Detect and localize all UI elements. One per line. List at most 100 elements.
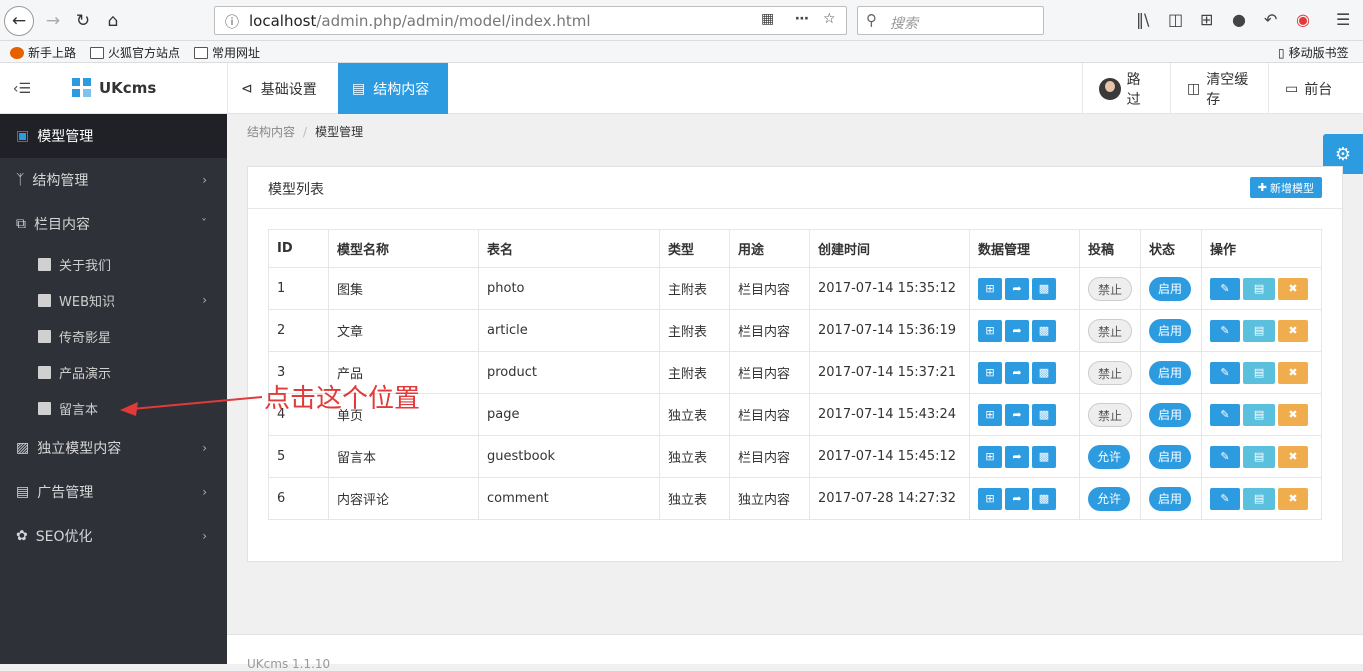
forward-icon[interactable]: ➦ bbox=[1005, 319, 1029, 342]
fields-icon[interactable]: ▤ bbox=[1243, 277, 1276, 300]
fields-icon[interactable]: ▤ bbox=[1243, 403, 1276, 426]
forward-icon[interactable]: ➦ bbox=[1005, 277, 1029, 300]
sidebar-item-seo[interactable]: ✿ SEO优化 › bbox=[0, 514, 227, 558]
location-pin-icon[interactable]: ◉ bbox=[1296, 10, 1310, 29]
cell-data-actions: ⊞ ➦ ▩ bbox=[969, 309, 1080, 352]
sidebar-item-column-content[interactable]: ⧉ 栏目内容 ˇ bbox=[0, 202, 227, 246]
bar-chart-icon[interactable]: ▩ bbox=[1032, 319, 1056, 342]
tab-structure-content[interactable]: ▤ 结构内容 bbox=[338, 63, 448, 114]
mobile-bookmarks[interactable]: ▯ 移动版书签 bbox=[1278, 44, 1349, 61]
delete-icon[interactable]: ✖ bbox=[1278, 277, 1309, 300]
bar-chart-icon[interactable]: ▩ bbox=[1032, 445, 1056, 468]
sidebar-icon[interactable]: ◫ bbox=[1168, 10, 1183, 29]
add-data-icon[interactable]: ⊞ bbox=[978, 487, 1002, 510]
edit-icon[interactable]: ✎ bbox=[1210, 277, 1241, 300]
delete-icon[interactable]: ✖ bbox=[1278, 361, 1309, 384]
forward-icon[interactable]: ➦ bbox=[1005, 445, 1029, 468]
fields-icon[interactable]: ▤ bbox=[1243, 361, 1276, 384]
sidebar-subitem-guestbook[interactable]: 留言本 bbox=[0, 390, 227, 426]
forward-icon[interactable]: ➦ bbox=[1005, 403, 1029, 426]
breadcrumb-parent[interactable]: 结构内容 bbox=[247, 125, 295, 139]
document-icon bbox=[38, 293, 51, 307]
frontend-button[interactable]: ▭ 前台 bbox=[1268, 63, 1363, 114]
app-header: ‹☰ UKcms ⊲ 基础设置 ▤ 结构内容 路过 ◫ 清空缓存 ▭ 前台 bbox=[0, 63, 1363, 114]
sidebar-item-ads[interactable]: ▤ 广告管理 › bbox=[0, 470, 227, 514]
search-input[interactable]: ⚲ 搜索 bbox=[857, 6, 1044, 35]
undo-icon[interactable]: ↶ bbox=[1264, 10, 1277, 29]
column-header: 投稿 bbox=[1078, 229, 1142, 268]
model-list-panel: 模型列表 ✚ 新增模型 ID 模型名称 表名 类型 用途 创建时间 数据管理 投稿… bbox=[247, 166, 1343, 562]
sidebar-toggle-icon[interactable]: ‹☰ bbox=[0, 63, 44, 114]
submit-toggle[interactable]: 禁止 bbox=[1088, 402, 1133, 427]
edit-icon[interactable]: ✎ bbox=[1210, 361, 1241, 384]
submit-toggle[interactable]: 禁止 bbox=[1088, 360, 1133, 385]
fields-icon[interactable]: ▤ bbox=[1243, 319, 1276, 342]
delete-icon[interactable]: ✖ bbox=[1278, 445, 1309, 468]
forward-icon[interactable]: ➦ bbox=[1005, 361, 1029, 384]
forward-arrow-icon[interactable]: → bbox=[40, 8, 66, 34]
add-model-button[interactable]: ✚ 新增模型 bbox=[1249, 177, 1322, 198]
sidebar-subitem[interactable]: WEB知识 › bbox=[0, 282, 227, 318]
crop-icon[interactable]: ⊞ bbox=[1200, 10, 1213, 29]
forward-icon[interactable]: ➦ bbox=[1005, 487, 1029, 510]
bar-chart-icon[interactable]: ▩ bbox=[1032, 361, 1056, 384]
edit-icon[interactable]: ✎ bbox=[1210, 445, 1241, 468]
status-toggle[interactable]: 启用 bbox=[1149, 402, 1192, 427]
add-data-icon[interactable]: ⊞ bbox=[978, 277, 1002, 300]
delete-icon[interactable]: ✖ bbox=[1278, 319, 1309, 342]
qr-code-icon[interactable]: ▦ bbox=[761, 11, 774, 27]
sidebar-subitem[interactable]: 传奇影星 bbox=[0, 318, 227, 354]
sidebar-item-standalone-content[interactable]: ▨ 独立模型内容 › bbox=[0, 426, 227, 470]
cell-data-actions: ⊞ ➦ ▩ bbox=[969, 435, 1080, 478]
add-data-icon[interactable]: ⊞ bbox=[978, 445, 1002, 468]
fields-icon[interactable]: ▤ bbox=[1243, 487, 1276, 510]
info-icon[interactable]: ⓘ bbox=[225, 12, 239, 32]
add-data-icon[interactable]: ⊞ bbox=[978, 403, 1002, 426]
status-toggle[interactable]: 启用 bbox=[1149, 360, 1192, 385]
add-data-icon[interactable]: ⊞ bbox=[978, 361, 1002, 384]
edit-icon[interactable]: ✎ bbox=[1210, 319, 1241, 342]
submit-toggle[interactable]: 禁止 bbox=[1088, 276, 1133, 301]
delete-icon[interactable]: ✖ bbox=[1278, 403, 1309, 426]
sidebar-item-label: 独立模型内容 bbox=[37, 441, 122, 457]
sidebar-item-model-management[interactable]: ▣ 模型管理 bbox=[0, 114, 227, 158]
delete-icon[interactable]: ✖ bbox=[1278, 487, 1309, 510]
cell-table: comment bbox=[478, 477, 660, 520]
status-toggle[interactable]: 启用 bbox=[1149, 444, 1192, 469]
submit-toggle[interactable]: 允许 bbox=[1088, 486, 1131, 511]
bar-chart-icon[interactable]: ▩ bbox=[1032, 277, 1056, 300]
url-bar[interactable]: ⓘ localhost/admin.php/admin/model/index.… bbox=[214, 6, 847, 35]
sidebar-item-structure[interactable]: ᛉ 结构管理 › bbox=[0, 158, 227, 202]
sidebar-item-label: SEO优化 bbox=[35, 529, 93, 545]
bookmark-item[interactable]: 火狐官方站点 bbox=[90, 44, 180, 61]
add-data-icon[interactable]: ⊞ bbox=[978, 319, 1002, 342]
logo[interactable]: UKcms bbox=[72, 78, 156, 97]
breadcrumb: 结构内容 / 模型管理 bbox=[247, 125, 364, 139]
bookmark-item[interactable]: 新手上路 bbox=[10, 44, 76, 61]
tab-basic-settings[interactable]: ⊲ 基础设置 bbox=[227, 63, 331, 114]
status-toggle[interactable]: 启用 bbox=[1149, 276, 1192, 301]
fields-icon[interactable]: ▤ bbox=[1243, 445, 1276, 468]
bookmark-item[interactable]: 常用网址 bbox=[194, 44, 260, 61]
more-dots-icon[interactable]: ⋯ bbox=[795, 11, 809, 27]
status-toggle[interactable]: 启用 bbox=[1149, 318, 1192, 343]
bar-chart-icon[interactable]: ▩ bbox=[1032, 487, 1056, 510]
edit-icon[interactable]: ✎ bbox=[1210, 487, 1241, 510]
cell-operations: ✎ ▤ ✖ bbox=[1201, 267, 1323, 310]
submit-toggle[interactable]: 允许 bbox=[1088, 444, 1131, 469]
back-arrow-icon[interactable]: ← bbox=[4, 6, 34, 36]
submit-toggle[interactable]: 禁止 bbox=[1088, 318, 1133, 343]
reload-icon[interactable]: ↻ bbox=[70, 8, 96, 34]
edit-icon[interactable]: ✎ bbox=[1210, 403, 1241, 426]
chat-icon[interactable]: ● bbox=[1232, 10, 1246, 29]
sidebar-subitem[interactable]: 产品演示 bbox=[0, 354, 227, 390]
clear-cache-button[interactable]: ◫ 清空缓存 bbox=[1170, 63, 1268, 114]
user-menu[interactable]: 路过 bbox=[1082, 63, 1170, 114]
menu-icon[interactable]: ☰ bbox=[1336, 10, 1350, 29]
bar-chart-icon[interactable]: ▩ bbox=[1032, 403, 1056, 426]
sidebar-subitem[interactable]: 关于我们 bbox=[0, 246, 227, 282]
star-icon[interactable]: ☆ bbox=[823, 11, 836, 27]
library-icon[interactable]: ‖\ bbox=[1136, 10, 1149, 29]
home-icon[interactable]: ⌂ bbox=[100, 8, 126, 34]
status-toggle[interactable]: 启用 bbox=[1149, 486, 1192, 511]
